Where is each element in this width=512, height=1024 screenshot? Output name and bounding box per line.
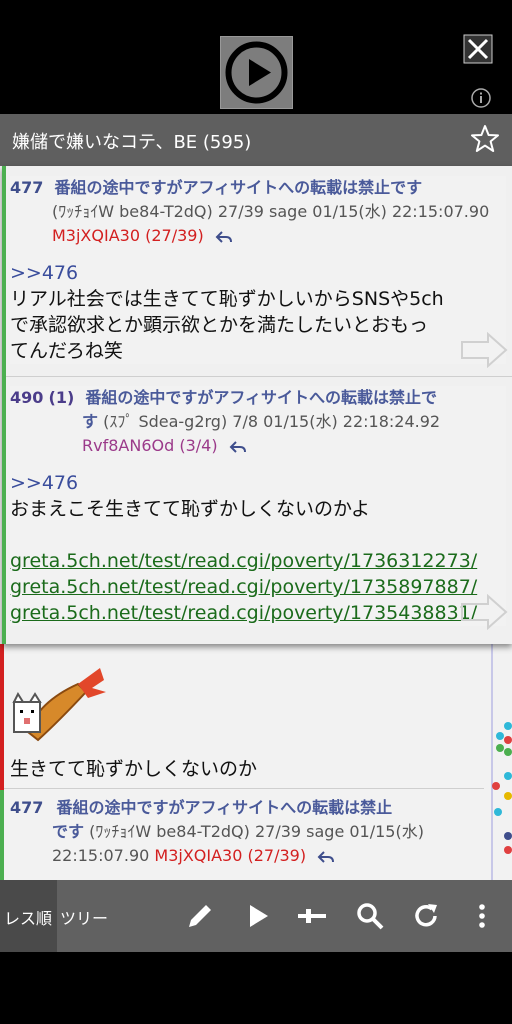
- more-icon[interactable]: [466, 900, 498, 932]
- post-body-text: おまえこそ生きてて恥ずかしくないのかよ: [10, 498, 371, 520]
- post-subject-cont: です: [52, 822, 85, 841]
- close-icon[interactable]: [463, 34, 493, 64]
- play-icon[interactable]: [242, 900, 274, 932]
- post-number[interactable]: 477: [10, 178, 43, 197]
- post-subject: 番組の途中ですがアフィサイトへの転載は禁止です: [54, 178, 423, 197]
- post-accent-bar: [0, 790, 4, 880]
- reply-icon[interactable]: [229, 440, 247, 454]
- post-id[interactable]: M3jXQIA30 (27/39): [52, 226, 204, 245]
- post-body-line: で承認欲求とか顕示欲とかを満たしたいとおもっ: [10, 314, 429, 336]
- reply-count[interactable]: (1): [49, 388, 75, 407]
- popup-post-477[interactable]: 477 番組の途中ですがアフィサイトへの転載は禁止です (ﾜｯﾁｮｲW be84…: [10, 176, 506, 364]
- tab-order-label[interactable]: レス順: [4, 905, 52, 929]
- post-subject: 番組の途中ですがアフィサイトへの転載は禁止: [56, 798, 393, 817]
- post-divider: [6, 376, 512, 377]
- next-arrow-icon[interactable]: [460, 332, 508, 368]
- system-navigation-bar: [0, 952, 512, 1024]
- post-body-text: 生きてて恥ずかしくないのか: [10, 758, 258, 780]
- post-477[interactable]: 477 番組の途中ですがアフィサイトへの転載は禁止 です (ﾜｯﾁｮｲW be8…: [10, 796, 480, 868]
- reply-icon[interactable]: [215, 230, 233, 244]
- post-number[interactable]: 490: [10, 388, 43, 407]
- thread-link[interactable]: greta.5ch.net/test/read.cgi/poverty/1736…: [10, 548, 506, 574]
- refresh-icon[interactable]: [410, 900, 442, 932]
- post-meta: (ﾜｯﾁｮｲW be84-T2dQ) 27/39 sage 01/15(水): [89, 822, 424, 841]
- fried-shrimp-cat-icon: [12, 668, 106, 742]
- pencil-icon[interactable]: [184, 900, 216, 932]
- play-circle-icon: [225, 41, 288, 104]
- thread-title: 嫌儲で嫌いなコテ、BE (595): [12, 132, 252, 153]
- post-subject: 番組の途中ですがアフィサイトへの転載は禁止で: [85, 388, 438, 407]
- favorite-star-icon[interactable]: [470, 124, 500, 154]
- slider-icon[interactable]: [296, 900, 328, 932]
- post-body-line: リアル社会では生きてて恥ずかしいからSNSや5ch: [10, 288, 444, 310]
- info-icon[interactable]: [470, 87, 492, 109]
- search-icon[interactable]: [354, 900, 386, 932]
- thread-link[interactable]: greta.5ch.net/test/read.cgi/poverty/1735…: [10, 600, 506, 626]
- reply-icon[interactable]: [317, 850, 335, 864]
- thread-link[interactable]: greta.5ch.net/test/read.cgi/poverty/1735…: [10, 574, 506, 600]
- play-video-button[interactable]: [220, 36, 293, 109]
- tab-tree-label[interactable]: ツリー: [60, 905, 108, 929]
- thread-title-bar: 嫌儲で嫌いなコテ、BE (595): [0, 114, 512, 166]
- bottom-toolbar: レス順 ツリー: [0, 880, 512, 952]
- post-anchor-link[interactable]: >>476: [10, 260, 506, 286]
- video-ad-bar: [0, 0, 512, 113]
- popup-post-490[interactable]: 490 (1) 番組の途中ですがアフィサイトへの転載は禁止で す (ｽﾌﾟ Sd…: [10, 386, 506, 626]
- thread-minimap-scrollbar[interactable]: [484, 636, 512, 880]
- post-time: 22:15:07.90: [52, 846, 150, 865]
- post-meta: (ﾜｯﾁｮｲW be84-T2dQ) 27/39 sage 01/15(水) 2…: [52, 202, 490, 221]
- post-id[interactable]: Rvf8AN6Od (3/4): [82, 436, 218, 455]
- next-arrow-icon[interactable]: [460, 594, 508, 630]
- popup-accent-bar: [2, 166, 6, 644]
- post-number[interactable]: 477: [10, 798, 43, 817]
- post-body-line: てんだろね笑: [10, 340, 123, 362]
- post-id[interactable]: M3jXQIA30 (27/39): [154, 846, 306, 865]
- reply-popup[interactable]: 477 番組の途中ですがアフィサイトへの転載は禁止です (ﾜｯﾁｮｲW be84…: [2, 166, 512, 644]
- post-subject-cont: す: [82, 412, 99, 431]
- post-meta: (ｽﾌﾟ Sdea-g2rg) 7/8 01/15(水) 22:18:24.92: [103, 412, 441, 431]
- post-anchor-link[interactable]: >>476: [10, 470, 506, 496]
- post-divider: [4, 788, 484, 789]
